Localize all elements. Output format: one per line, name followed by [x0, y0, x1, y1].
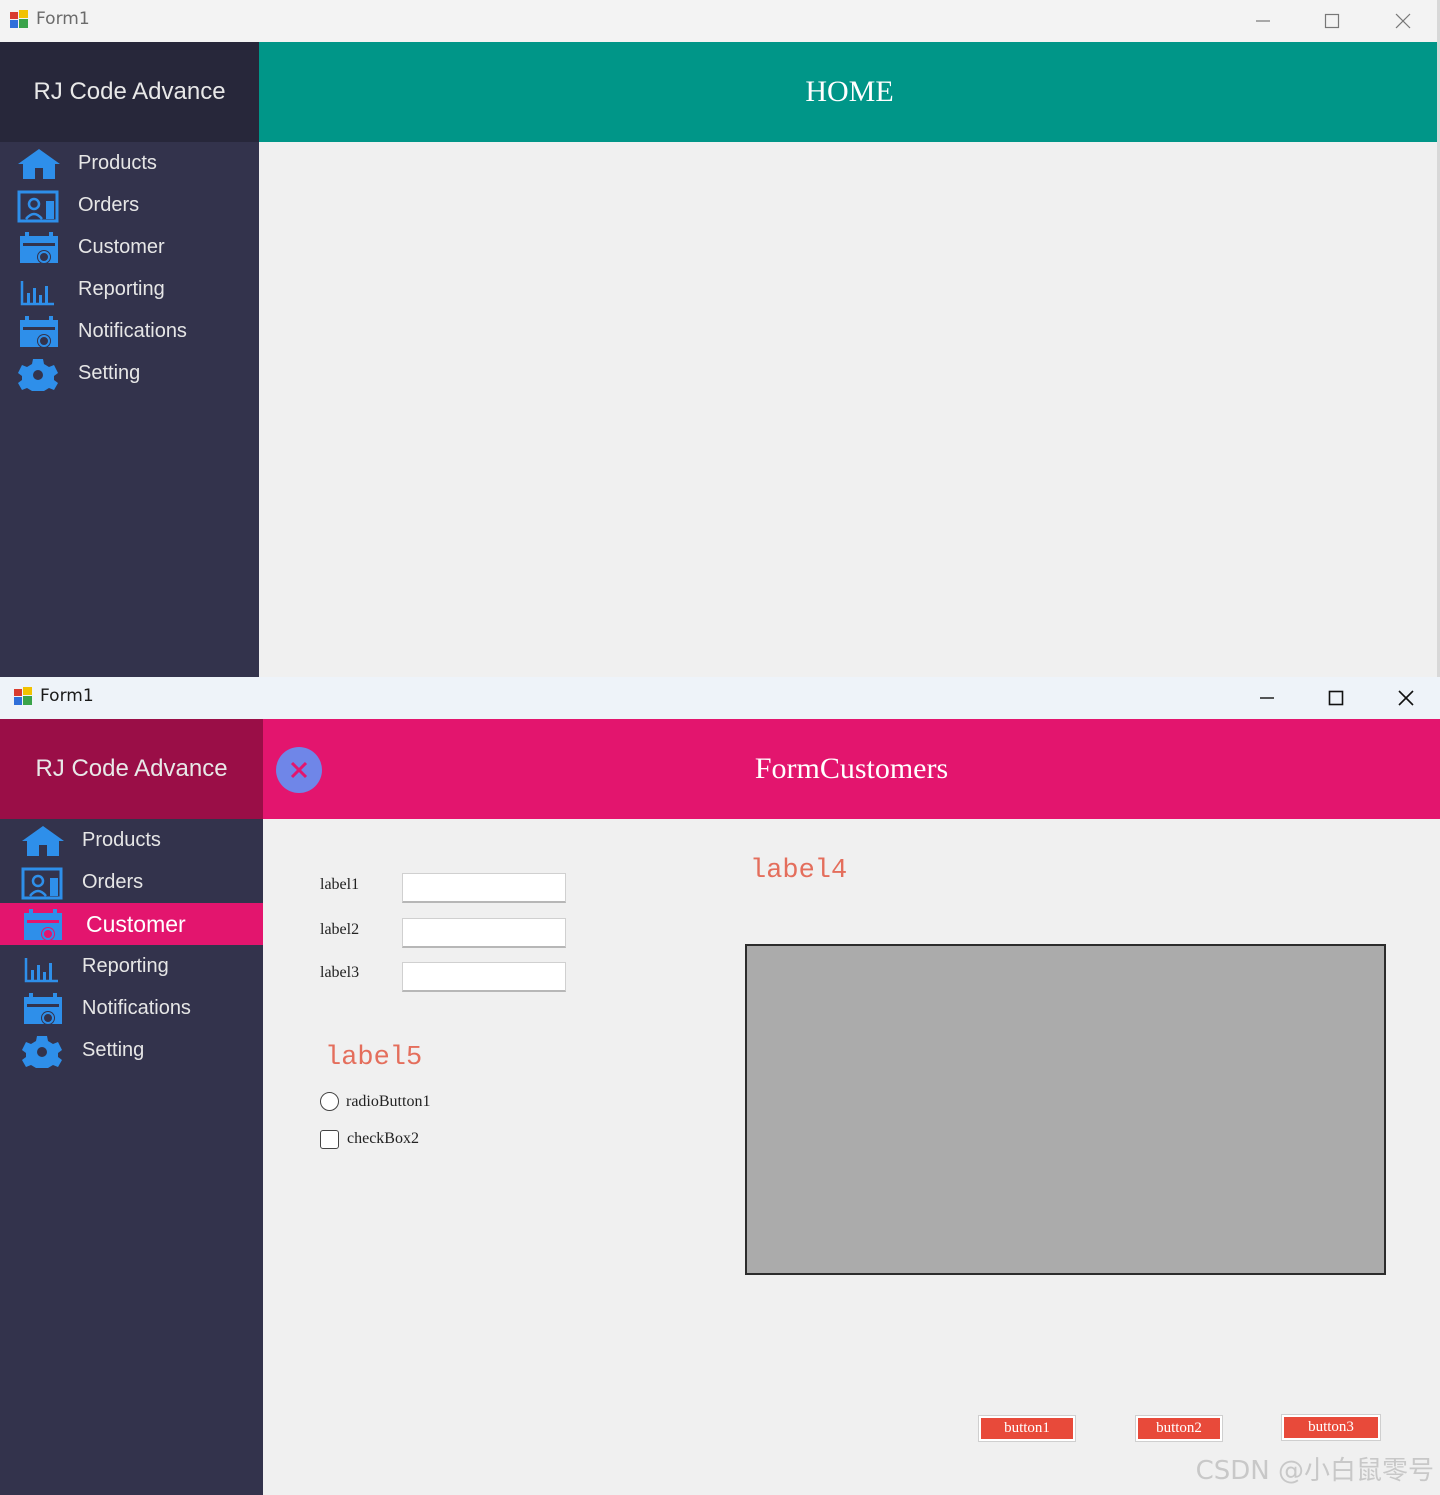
header: HOME: [259, 42, 1440, 142]
home-window: Form1 RJ Code Advance Products Orders Cu…: [0, 0, 1440, 677]
sidebar-item-label: Setting: [82, 1039, 145, 1061]
label5: label5: [325, 1043, 423, 1073]
sidebar-item-notifications[interactable]: Notifications: [0, 987, 263, 1029]
button1[interactable]: button1: [978, 1415, 1076, 1442]
minimize-icon: [1260, 697, 1274, 699]
gear-icon: [18, 359, 58, 391]
sidebar-item-label: Customer: [86, 911, 186, 937]
textbox1[interactable]: [402, 873, 566, 903]
button2[interactable]: button2: [1135, 1415, 1223, 1442]
minimize-button[interactable]: [1232, 677, 1302, 719]
content-area: label1 label2 label3 label4 label5 radio…: [263, 819, 1440, 1495]
radio-button-1-label: radioButton1: [346, 1093, 431, 1110]
sidebar-item-label: Customer: [78, 236, 165, 258]
sidebar-item-reporting[interactable]: Reporting: [0, 945, 263, 987]
label1: label1: [320, 876, 360, 893]
gear-icon: [22, 1036, 62, 1068]
home-icon: [22, 826, 64, 856]
sidebar-item-label: Products: [78, 152, 157, 174]
sidebar-menu: Products Orders Customer Reporting Notif…: [0, 819, 263, 1071]
maximize-icon: [1324, 13, 1340, 29]
sidebar-item-orders[interactable]: Orders: [0, 184, 259, 226]
app-icon: [14, 687, 32, 705]
window-title: Form1: [36, 9, 90, 29]
textbox2[interactable]: [402, 918, 566, 948]
bar-chart-icon: [24, 958, 58, 983]
sidebar-item-notifications[interactable]: Notifications: [0, 310, 259, 352]
close-button[interactable]: [1371, 677, 1440, 719]
logo: RJ Code Advance: [0, 719, 263, 819]
button3[interactable]: button3: [1281, 1414, 1381, 1441]
checkbox-2[interactable]: [320, 1130, 339, 1149]
calendar-icon: [20, 232, 58, 264]
title-bar: Form1: [0, 0, 1440, 42]
label4: label4: [750, 856, 848, 886]
sidebar-item-products[interactable]: Products: [0, 142, 259, 184]
sidebar-item-customer[interactable]: Customer: [0, 226, 259, 268]
calendar-icon: [24, 993, 62, 1025]
close-icon: [1398, 690, 1414, 706]
sidebar-item-label: Notifications: [82, 997, 191, 1019]
sidebar-item-orders[interactable]: Orders: [0, 861, 263, 903]
gray-panel: [745, 944, 1386, 1275]
customers-window: Form1 RJ Code Advance Products Orders Cu…: [0, 677, 1440, 1495]
radio-button-1[interactable]: [320, 1092, 339, 1111]
app-icon: [10, 10, 28, 28]
sidebar-item-customer[interactable]: Customer: [0, 903, 263, 945]
sidebar-item-reporting[interactable]: Reporting: [0, 268, 259, 310]
sidebar-item-setting[interactable]: Setting: [0, 1029, 263, 1071]
window-title: Form1: [40, 686, 94, 706]
sidebar-item-label: Setting: [78, 362, 141, 384]
label2: label2: [320, 921, 360, 938]
home-icon: [18, 149, 60, 179]
maximize-icon: [1328, 690, 1344, 706]
orders-icon: [21, 867, 63, 900]
minimize-button[interactable]: [1228, 0, 1298, 42]
calendar-icon: [24, 909, 62, 941]
sidebar-menu: Products Orders Customer Reporting Notif…: [0, 142, 259, 394]
logo: RJ Code Advance: [0, 42, 259, 142]
close-child-form-button[interactable]: [276, 747, 322, 793]
sidebar-item-label: Orders: [78, 194, 140, 216]
page-title: HOME: [805, 75, 894, 108]
sidebar-item-label: Reporting: [78, 278, 165, 300]
textbox3[interactable]: [402, 962, 566, 992]
content-area: [259, 142, 1440, 677]
watermark: CSDN @小白鼠零号: [1195, 1456, 1434, 1486]
sidebar-item-setting[interactable]: Setting: [0, 352, 259, 394]
sidebar-item-label: Orders: [82, 871, 144, 893]
page-title: FormCustomers: [754, 752, 949, 785]
close-button[interactable]: [1368, 0, 1438, 42]
label3: label3: [320, 964, 360, 981]
orders-icon: [17, 190, 59, 223]
title-bar: Form1: [0, 677, 1440, 719]
sidebar-item-label: Products: [82, 829, 161, 851]
sidebar-item-label: Notifications: [78, 320, 187, 342]
maximize-button[interactable]: [1297, 0, 1367, 42]
sidebar: RJ Code Advance Products Orders Customer…: [0, 719, 263, 1495]
sidebar-item-label: Reporting: [82, 955, 169, 977]
bar-chart-icon: [20, 281, 54, 306]
close-icon: [1395, 13, 1411, 29]
sidebar-item-products[interactable]: Products: [0, 819, 263, 861]
sidebar: RJ Code Advance Products Orders Customer…: [0, 42, 259, 677]
header: FormCustomers: [263, 719, 1440, 819]
checkbox-2-label: checkBox2: [347, 1130, 419, 1147]
maximize-button[interactable]: [1301, 677, 1371, 719]
minimize-icon: [1256, 20, 1270, 22]
close-icon: [290, 761, 308, 779]
calendar-icon: [20, 316, 58, 348]
